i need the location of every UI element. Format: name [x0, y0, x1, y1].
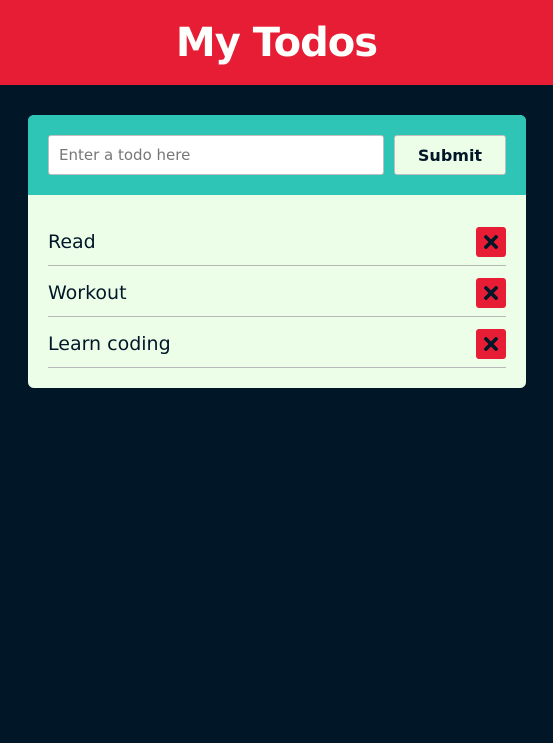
app-header: My Todos	[0, 0, 553, 85]
page-title: My Todos	[175, 19, 378, 66]
todo-item-text: Workout	[48, 282, 127, 304]
todo-item-text: Read	[48, 231, 96, 253]
close-icon	[484, 235, 498, 249]
todo-item: Workout	[48, 266, 506, 317]
delete-todo-button[interactable]	[476, 227, 506, 257]
delete-todo-button[interactable]	[476, 278, 506, 308]
todo-form: Submit	[28, 115, 526, 195]
close-icon	[484, 286, 498, 300]
todo-list: Read Workout Learn coding	[28, 195, 526, 368]
todo-item: Read	[48, 215, 506, 266]
todo-item-text: Learn coding	[48, 333, 171, 355]
delete-todo-button[interactable]	[476, 329, 506, 359]
todo-item: Learn coding	[48, 317, 506, 368]
todo-card: Submit Read Workout Learn coding	[28, 115, 526, 388]
close-icon	[484, 337, 498, 351]
submit-button[interactable]: Submit	[394, 135, 506, 175]
todo-input[interactable]	[48, 135, 384, 175]
